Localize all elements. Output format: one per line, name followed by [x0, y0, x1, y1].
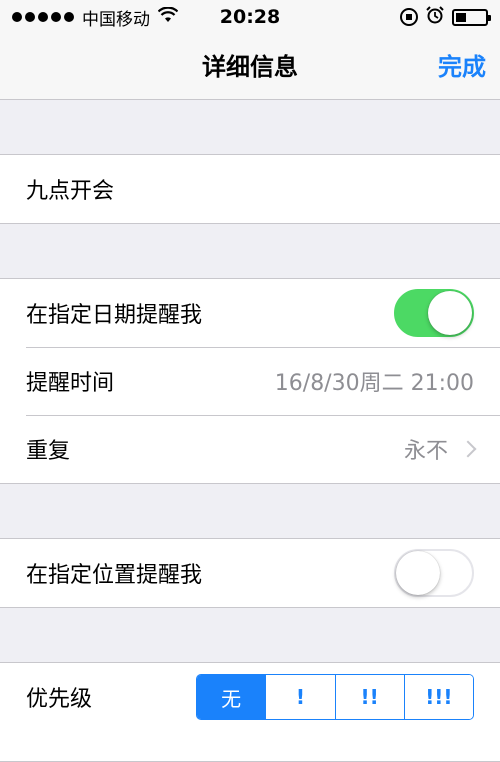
location-reminder-group: 在指定位置提醒我 [0, 538, 500, 608]
priority-option-high[interactable]: !!! [403, 675, 473, 719]
done-button[interactable]: 完成 [438, 34, 486, 100]
toggle-knob [428, 291, 472, 335]
remind-at-location-toggle[interactable] [394, 549, 474, 597]
battery-icon [452, 8, 491, 26]
priority-label: 优先级 [26, 687, 93, 712]
alarm-time-label: 提醒时间 [26, 371, 115, 396]
repeat-label: 重复 [26, 439, 71, 464]
repeat-row[interactable]: 重复 永不 [0, 415, 500, 483]
alarm-time-value: 16/8/30周二 21:00 [274, 371, 474, 396]
priority-segmented-control: 无 ! !! !!! [196, 674, 474, 720]
remind-on-date-row: 在指定日期提醒我 [0, 279, 500, 347]
signal-strength-icon [12, 12, 74, 22]
remind-at-location-row: 在指定位置提醒我 [0, 539, 500, 607]
repeat-value: 永不 [403, 439, 448, 464]
rotation-lock-icon [400, 8, 418, 26]
priority-option-low[interactable]: ! [265, 675, 335, 719]
priority-option-none[interactable]: 无 [197, 675, 266, 719]
status-bar: 中国移动 20:28 [0, 0, 500, 34]
priority-option-medium[interactable]: !! [334, 675, 404, 719]
alarm-time-row[interactable]: 提醒时间 16/8/30周二 21:00 [0, 347, 500, 415]
reminder-title-group: 九点开会 [0, 154, 500, 224]
navigation-bar: 详细信息 完成 [0, 34, 500, 100]
reminder-title-field[interactable]: 九点开会 [0, 155, 500, 223]
priority-group: 优先级 无 ! !! !!! [0, 662, 500, 762]
reminder-title-text: 九点开会 [26, 179, 115, 204]
remind-on-date-toggle[interactable] [394, 289, 474, 337]
date-reminder-group: 在指定日期提醒我 提醒时间 16/8/30周二 21:00 重复 永不 [0, 278, 500, 484]
remind-at-location-label: 在指定位置提醒我 [26, 563, 203, 588]
toggle-knob [396, 551, 440, 595]
chevron-right-icon [459, 440, 477, 458]
alarm-clock-icon [426, 6, 444, 28]
priority-row: 优先级 无 ! !! !!! [0, 663, 500, 731]
remind-on-date-label: 在指定日期提醒我 [26, 303, 203, 328]
page-title: 详细信息 [202, 53, 298, 81]
carrier-name: 中国移动 [82, 9, 150, 30]
wifi-icon [157, 6, 179, 27]
